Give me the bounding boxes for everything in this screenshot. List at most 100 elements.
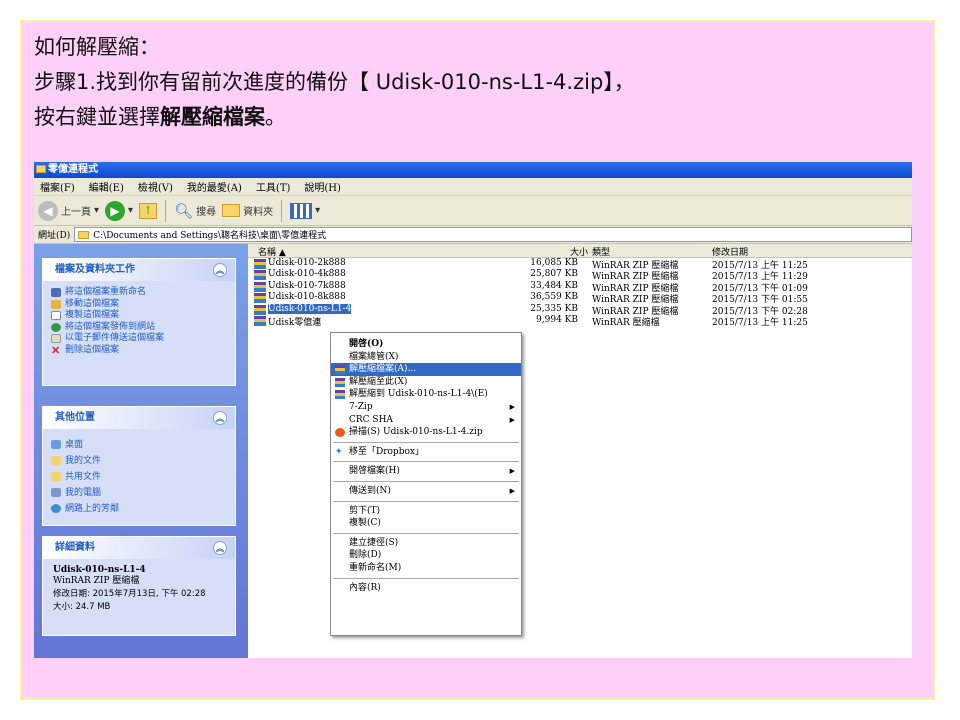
place-my-documents[interactable]: 我的文件 <box>43 453 235 469</box>
menu-view[interactable]: 檢視(V) <box>138 179 173 194</box>
menu-cut[interactable]: 剪下(T) <box>331 505 521 518</box>
menu-send-to[interactable]: 傳送到(N) ▶ <box>331 485 521 498</box>
back-button[interactable]: ◀ 上一頁 ▾ <box>38 200 100 221</box>
column-header-row: 名稱 ▲ 大小 類型 修改日期 <box>248 244 912 258</box>
views-button[interactable]: ▾ <box>290 202 320 219</box>
menu-copy[interactable]: 複製(C) <box>331 517 521 530</box>
menu-separator <box>333 441 519 443</box>
place-network[interactable]: 網路上的芳鄰 <box>43 501 235 517</box>
winrar-icon <box>335 390 345 400</box>
collapse-icon[interactable]: ︽ <box>213 411 227 425</box>
menu-open-with[interactable]: 開啓檔案(H) ▶ <box>331 465 521 478</box>
menu-create-shortcut[interactable]: 建立捷徑(S) <box>331 537 521 550</box>
title-bar[interactable]: 零億連程式 <box>34 162 912 178</box>
menu-properties-label: 內容(R) <box>349 582 381 593</box>
search-button[interactable]: 🔍︎ 搜尋 <box>174 202 216 220</box>
file-size: 25,807 KB <box>530 269 578 280</box>
file-row[interactable]: Udisk-010-7k888 33,484 KB WinRAR ZIP 壓縮檔 20… <box>248 280 912 294</box>
file-row[interactable]: Udisk-010-2k888 16,085 KB WinRAR ZIP 壓縮檔 20… <box>248 258 912 271</box>
delete-icon: ✕ <box>51 343 61 357</box>
dropdown-icon: ▾ <box>94 205 100 216</box>
task-email[interactable]: 以電子郵件傳送這個檔案 <box>43 333 235 345</box>
dropdown-icon: ▾ <box>128 205 134 216</box>
place-my-computer[interactable]: 我的電腦 <box>43 485 235 501</box>
file-size: 9,994 KB <box>536 314 578 325</box>
address-path: C:\Documents and Settings\聰名科技\桌面\零億連程式 <box>93 231 327 241</box>
menu-extract-here-label: 解壓縮至此(X) <box>349 376 408 387</box>
move-icon <box>51 299 61 309</box>
details-header[interactable]: 詳細資料 ︽ <box>43 537 235 559</box>
menu-send-to-label: 傳送到(N) <box>349 485 391 496</box>
menu-properties[interactable]: 內容(R) <box>331 582 521 595</box>
menu-delete[interactable]: 刪除(D) <box>331 549 521 562</box>
task-pane: 檔案及資料夾工作 ︽ 將這個檔案重新命名 移動這個檔案 複製這個檔案 將這個檔案發… <box>34 244 248 658</box>
up-folder-button[interactable]: ↑ <box>139 202 158 219</box>
task-copy[interactable]: 複製這個檔案 <box>43 310 235 322</box>
file-row[interactable]: Udisk-010-8k888 36,559 KB WinRAR ZIP 壓縮檔 20… <box>248 292 912 305</box>
address-input[interactable]: C:\Documents and Settings\聰名科技\桌面\零億連程式 <box>74 227 912 242</box>
task-rename[interactable]: 將這個檔案重新命名 <box>43 287 235 299</box>
task-delete[interactable]: ✕ 刪除這個檔案 <box>43 345 235 357</box>
forward-button[interactable]: ▶ ▾ <box>105 200 134 221</box>
menu-7zip[interactable]: 7-Zip ▶ <box>331 401 521 414</box>
menu-create-shortcut-label: 建立捷徑(S) <box>349 537 399 548</box>
toolbar: ◀ 上一頁 ▾ ▶ ▾ ↑ 🔍︎ 搜尋 資料夾 ▾ <box>34 196 912 226</box>
winrar-archive-icon <box>254 270 266 281</box>
menu-open-with-label: 開啓檔案(H) <box>349 466 400 477</box>
rename-icon <box>51 288 61 297</box>
menu-file[interactable]: 檔案(F) <box>40 179 75 194</box>
place-shared-documents[interactable]: 共用文件 <box>43 469 235 485</box>
collapse-icon[interactable]: ︽ <box>213 263 227 277</box>
file-row[interactable]: Udisk-010-4k888 25,807 KB WinRAR ZIP 壓縮檔 20… <box>248 269 912 282</box>
menu-crc-sha[interactable]: CRC SHA ▶ <box>331 414 521 427</box>
file-tasks-header[interactable]: 檔案及資料夾工作 ︽ <box>43 259 235 281</box>
address-label: 網址(D) <box>38 231 71 241</box>
back-arrow-icon: ◀ <box>38 200 58 221</box>
column-name[interactable]: 名稱 ▲ <box>258 245 286 258</box>
menu-extract-to[interactable]: 解壓縮到 Udisk-010-ns-L1-4\(E) <box>331 388 521 401</box>
menu-extract-here[interactable]: 解壓縮至此(X) <box>331 376 521 389</box>
task-publish[interactable]: 將這個檔案發佈到網站 <box>43 322 235 334</box>
menu-favorites[interactable]: 我的最愛(A) <box>187 179 242 194</box>
copy-icon <box>51 311 61 320</box>
column-date[interactable]: 修改日期 <box>712 245 748 258</box>
menu-delete-label: 刪除(D) <box>349 550 382 561</box>
menu-open[interactable]: 開啓(O) <box>331 338 521 351</box>
menu-rename[interactable]: 重新命名(M) <box>331 562 521 575</box>
other-places-header[interactable]: 其他位置 ︽ <box>43 407 235 429</box>
address-bar: 網址(D) C:\Documents and Settings\聰名科技\桌面\… <box>34 226 912 244</box>
file-row[interactable]: Udisk零億連 9,994 KB WinRAR 壓縮檔 2015/7/13 上午 1… <box>248 314 912 328</box>
collapse-icon[interactable]: ︽ <box>213 541 227 555</box>
details-title: 詳細資料 <box>55 542 95 553</box>
task-delete-label: 刪除這個檔案 <box>65 344 120 355</box>
menu-tools[interactable]: 工具(T) <box>256 179 290 194</box>
submenu-arrow-icon: ▶ <box>509 402 515 411</box>
folder-icon <box>36 165 46 173</box>
menu-extract-files[interactable]: 解壓縮檔案(A)... <box>331 363 521 376</box>
column-type[interactable]: 類型 <box>592 245 610 258</box>
task-move[interactable]: 移動這個檔案 <box>43 299 235 311</box>
empty-area[interactable] <box>496 340 912 658</box>
views-icon <box>290 202 313 219</box>
file-size: 16,085 KB <box>530 258 578 268</box>
task-copy-label: 複製這個檔案 <box>65 310 120 320</box>
menu-cut-label: 剪下(T) <box>349 505 381 516</box>
winrar-archive-icon <box>254 304 266 315</box>
context-menu: 開啓(O) 檔案總管(X) 解壓縮檔案(A)... 解壓縮至此(X) 解壓縮到 … <box>330 332 522 636</box>
submenu-arrow-icon: ▶ <box>509 467 515 476</box>
details-file-name: Udisk-010-ns-L1-4 <box>53 565 146 575</box>
file-name: Udisk-010-7k888 <box>268 280 346 291</box>
place-desktop[interactable]: 桌面 <box>43 437 235 453</box>
menu-explore[interactable]: 檔案總管(X) <box>331 351 521 364</box>
menu-scan[interactable]: 掃描(S) Udisk-010-ns-L1-4.zip <box>331 426 521 439</box>
column-size[interactable]: 大小 <box>570 245 588 258</box>
menu-move-to-dropbox[interactable]: ✦ 移至「Dropbox」 <box>331 446 521 459</box>
menu-edit[interactable]: 編輯(E) <box>89 179 124 194</box>
desktop-icon <box>51 440 61 449</box>
folder-icon <box>51 456 61 465</box>
menu-separator <box>333 480 519 482</box>
folders-button[interactable]: 資料夾 <box>222 203 273 218</box>
menu-help[interactable]: 說明(H) <box>304 179 341 194</box>
file-row-selected[interactable]: Udisk-010-ns-L1-4 25,335 KB WinRAR ZIP 壓縮檔… <box>248 303 912 317</box>
instruction-line-3-prefix: 按右鍵並選擇 <box>34 105 160 129</box>
